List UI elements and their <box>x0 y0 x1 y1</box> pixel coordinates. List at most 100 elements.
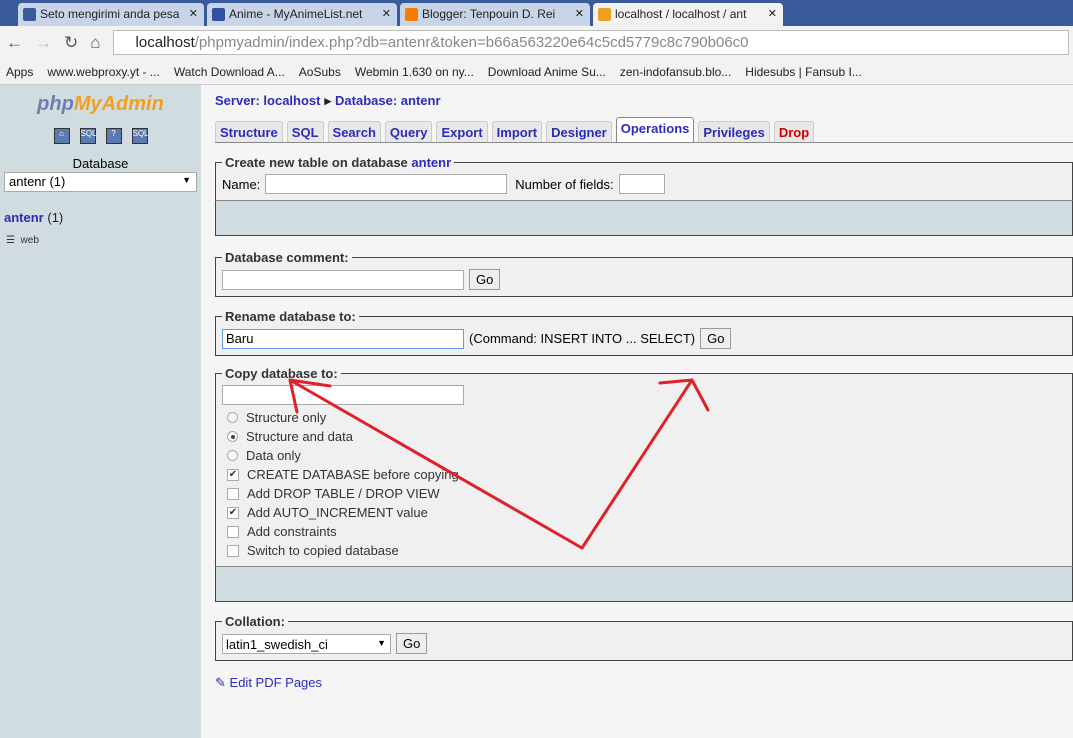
bookmark[interactable]: Watch Download A... <box>174 65 285 79</box>
radio-structure-only[interactable]: Structure only <box>227 408 1066 427</box>
main-content: Server: localhost ▸ Database: antenr Struc… <box>215 85 1073 691</box>
breadcrumb: Server: localhost ▸ Database: antenr <box>215 93 1073 109</box>
radio[interactable] <box>227 431 238 442</box>
chevron-down-icon: ▼ <box>377 637 386 648</box>
check-switch-to-copied[interactable]: Switch to copied database <box>227 541 1066 560</box>
close-tab-icon[interactable]: ✕ <box>189 7 198 20</box>
sql-docs-icon[interactable]: SQL <box>131 128 149 144</box>
rename-note: (Command: INSERT INTO ... SELECT) <box>469 331 696 346</box>
fieldset-footer <box>215 200 1073 236</box>
bookmark[interactable]: www.webproxy.yt - ... <box>47 65 159 79</box>
check-add-drop-table[interactable]: Add DROP TABLE / DROP VIEW <box>227 484 1066 503</box>
check-add-constraints[interactable]: Add constraints <box>227 522 1066 541</box>
tab-operations[interactable]: Operations <box>615 117 695 142</box>
db-name: antenr <box>4 210 44 225</box>
check-create-database[interactable]: ✔ CREATE DATABASE before copying <box>227 465 1066 484</box>
tab-search[interactable]: Search <box>327 121 381 142</box>
tab-drop[interactable]: Drop <box>773 121 815 142</box>
forward-icon[interactable]: → <box>35 33 52 53</box>
collation-go-button[interactable]: Go <box>396 633 428 654</box>
radio[interactable] <box>227 412 238 423</box>
sql-query-icon[interactable]: SQL <box>79 128 97 144</box>
home-icon[interactable]: ⌂ <box>53 128 70 144</box>
bookmark[interactable]: Webmin 1.630 on ny... <box>355 65 474 79</box>
reload-icon[interactable]: ↻ <box>64 33 78 53</box>
radio-structure-and-data[interactable]: Structure and data <box>227 427 1066 446</box>
browser-tab-active[interactable]: localhost / localhost / ant ✕ <box>593 3 783 26</box>
rename-legend: Rename database to: <box>225 309 356 324</box>
tab-structure[interactable]: Structure <box>215 121 283 142</box>
tab-designer[interactable]: Designer <box>546 121 612 142</box>
table-name: web <box>20 235 39 246</box>
home-icon[interactable]: ⌂ <box>90 33 100 53</box>
bookmark[interactable]: Download Anime Su... <box>488 65 606 79</box>
checkbox-label: CREATE DATABASE before copying <box>247 467 459 482</box>
collation-select[interactable]: latin1_swedish_ci ▼ <box>222 633 391 654</box>
tab-import[interactable]: Import <box>491 121 543 142</box>
facebook-icon <box>23 8 36 21</box>
comment-legend: Database comment: <box>225 250 349 265</box>
rename-go-button[interactable]: Go <box>700 328 732 349</box>
bookmark[interactable]: AoSubs <box>299 65 341 79</box>
pma-icon <box>598 8 611 21</box>
checkbox[interactable] <box>227 525 239 538</box>
fieldset-footer <box>215 566 1073 602</box>
checkbox[interactable] <box>227 544 239 557</box>
arrow-right-icon: ▸ <box>324 93 332 108</box>
fields-label: Number of fields: <box>515 176 614 192</box>
radio-data-only[interactable]: Data only <box>227 446 1066 465</box>
mal-icon <box>212 8 225 21</box>
browser-tab[interactable]: Blogger: Tenpouin D. Rei ✕ <box>400 3 590 26</box>
rename-input[interactable] <box>222 328 464 349</box>
tab-privileges[interactable]: Privileges <box>698 121 770 142</box>
tab-export[interactable]: Export <box>436 121 488 142</box>
close-tab-icon[interactable]: ✕ <box>382 7 391 20</box>
comment-go-button[interactable]: Go <box>469 269 501 290</box>
phpmyadmin-logo[interactable]: phpMyAdmin <box>0 93 201 116</box>
tab-title: Blogger: Tenpouin D. Rei <box>422 7 556 21</box>
radio[interactable] <box>227 450 238 461</box>
back-icon[interactable]: ← <box>6 33 23 53</box>
url-host: localhost <box>135 34 195 51</box>
name-label: Name: <box>222 176 261 192</box>
create-table-legend: Create new table on database antenr <box>222 155 454 170</box>
tab-sql[interactable]: SQL <box>286 121 324 142</box>
database-label: Database <box>72 156 129 171</box>
tab-bar: Structure SQL Search Query Export Import… <box>215 117 1073 143</box>
collation-fieldset: Collation: latin1_swedish_ci ▼ Go <box>215 614 1073 661</box>
tab-title: localhost / localhost / ant <box>615 7 747 21</box>
checkbox[interactable]: ✔ <box>227 506 239 519</box>
server-link[interactable]: Server: localhost <box>215 93 321 108</box>
check-auto-increment[interactable]: ✔ Add AUTO_INCREMENT value <box>227 503 1066 522</box>
radio-label: Data only <box>246 448 301 463</box>
table-name-input[interactable] <box>265 174 508 194</box>
bookmark[interactable]: zen-indofansub.blo... <box>620 65 731 79</box>
database-crumb-link[interactable]: Database: antenr <box>335 93 440 108</box>
table-icon: ☰ <box>6 235 15 246</box>
checkbox-label: Add AUTO_INCREMENT value <box>247 505 428 520</box>
copy-fieldset: Copy database to: Structure only Structu… <box>215 366 1073 566</box>
tab-query[interactable]: Query <box>384 121 433 142</box>
comment-input[interactable] <box>222 269 464 290</box>
radio-label: Structure and data <box>246 429 353 444</box>
radio-label: Structure only <box>246 410 327 425</box>
bookmark[interactable]: Hidesubs | Fansub I... <box>745 65 862 79</box>
browser-tab[interactable]: Anime - MyAnimeList.net ✕ <box>207 3 397 26</box>
close-tab-icon[interactable]: ✕ <box>575 7 584 20</box>
bookmark[interactable]: Apps <box>6 65 33 79</box>
bookmarks-bar: Apps www.webproxy.yt - ... Watch Downloa… <box>0 59 1073 85</box>
url-input[interactable]: localhost/phpmyadmin/index.php?db=antenr… <box>112 30 1069 55</box>
blogger-icon <box>405 8 418 21</box>
close-tab-icon[interactable]: ✕ <box>768 7 777 20</box>
copy-input[interactable] <box>222 385 464 405</box>
edit-pdf-pages-link[interactable]: ✎ Edit PDF Pages <box>215 675 1073 691</box>
copy-legend: Copy database to: <box>225 366 338 381</box>
database-select[interactable]: antenr (1) <box>4 172 197 192</box>
checkbox[interactable] <box>227 487 239 500</box>
num-fields-input[interactable] <box>618 174 665 194</box>
browser-tab[interactable]: Seto mengirimi anda pesa ✕ <box>18 3 204 26</box>
table-link-web[interactable]: ☰ web <box>6 235 195 246</box>
help-icon[interactable]: ? <box>105 128 122 144</box>
checkbox[interactable]: ✔ <box>227 468 239 481</box>
database-link[interactable]: antenr (1) <box>4 210 197 225</box>
